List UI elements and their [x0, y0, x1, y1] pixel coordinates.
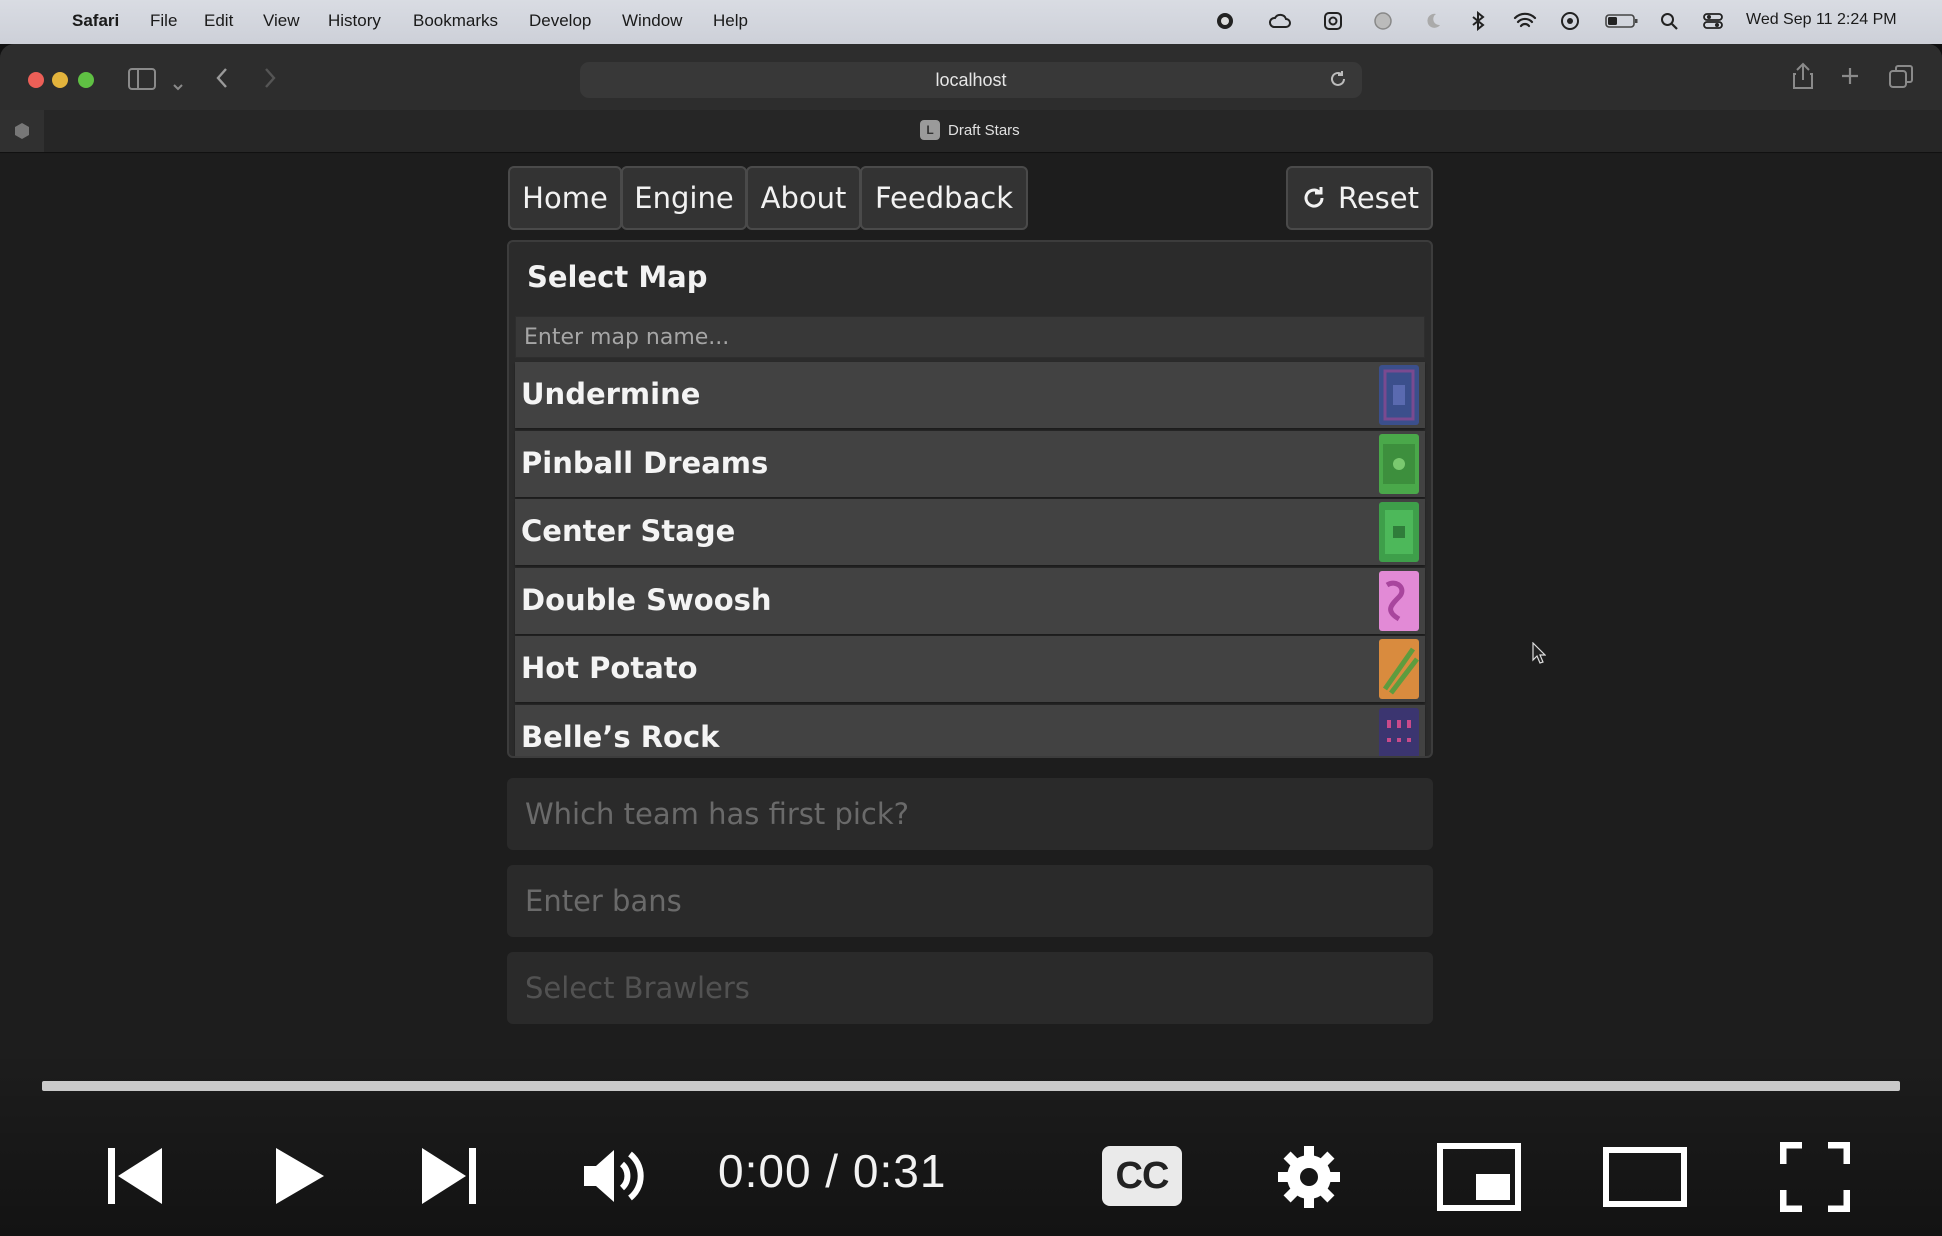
- cloud-icon[interactable]: [1267, 8, 1293, 34]
- reload-icon[interactable]: [1328, 69, 1348, 94]
- macos-menubar: Safari File Edit View History Bookmarks …: [0, 0, 1942, 44]
- miniplayer-icon: [1437, 1143, 1521, 1211]
- menu-view[interactable]: View: [263, 11, 300, 31]
- zoom-window-button[interactable]: [78, 72, 94, 88]
- reset-label: Reset: [1337, 181, 1419, 215]
- menu-bookmarks[interactable]: Bookmarks: [413, 11, 498, 31]
- menubar-clock[interactable]: Wed Sep 11 2:24 PM: [1746, 11, 1897, 29]
- forward-button[interactable]: [262, 66, 278, 94]
- map-name: Double Swoosh: [521, 582, 772, 617]
- spotlight-search-icon[interactable]: [1656, 8, 1682, 34]
- video-controls-overlay: [0, 1050, 1942, 1236]
- play-button[interactable]: [272, 1146, 326, 1206]
- captions-button[interactable]: CC: [1102, 1146, 1182, 1206]
- control-center-icon[interactable]: [1700, 8, 1726, 34]
- chevron-down-icon[interactable]: [172, 72, 184, 96]
- map-name: Hot Potato: [521, 651, 698, 685]
- cube-icon: [15, 123, 29, 139]
- map-item-double-swoosh[interactable]: Double Swoosh: [515, 567, 1425, 634]
- volume-button[interactable]: [580, 1144, 646, 1208]
- tab-favicon: L: [920, 120, 940, 140]
- pinned-tab[interactable]: [0, 110, 44, 152]
- new-tab-icon[interactable]: [1840, 66, 1860, 90]
- map-search-input[interactable]: [515, 316, 1425, 358]
- active-tab[interactable]: L Draft Stars: [920, 120, 1020, 140]
- fullscreen-icon: [1780, 1142, 1850, 1212]
- menu-history[interactable]: History: [328, 11, 381, 31]
- skip-previous-icon: [108, 1148, 162, 1204]
- address-text: localhost: [935, 69, 1007, 90]
- browser-toolbar: localhost: [0, 44, 1942, 110]
- nav-about-button[interactable]: About: [746, 166, 861, 230]
- map-thumbnail: [1379, 639, 1419, 699]
- video-progress-bar[interactable]: [42, 1081, 1900, 1091]
- map-thumbnail: [1379, 502, 1419, 562]
- fullscreen-button[interactable]: [1780, 1142, 1850, 1212]
- select-map-title: Select Map: [527, 260, 708, 294]
- map-item-center-stage[interactable]: Center Stage: [515, 499, 1425, 565]
- tab-title: Draft Stars: [948, 121, 1020, 139]
- menu-help[interactable]: Help: [713, 11, 748, 31]
- globe-icon[interactable]: [1370, 8, 1396, 34]
- map-name: Belle’s Rock: [521, 719, 720, 754]
- map-name: Pinball Dreams: [521, 445, 769, 480]
- close-window-button[interactable]: [28, 72, 44, 88]
- map-item-hot-potato[interactable]: Hot Potato: [515, 636, 1425, 702]
- nav-engine-button[interactable]: Engine: [621, 166, 747, 230]
- refresh-icon: [1304, 187, 1324, 208]
- map-name: Center Stage: [521, 514, 736, 548]
- back-button[interactable]: [214, 66, 230, 94]
- select-map-panel: Select Map Undermine Pinball Dreams Cent…: [507, 240, 1433, 758]
- map-item-pinball-dreams[interactable]: Pinball Dreams: [515, 430, 1425, 497]
- volume-icon: [584, 1150, 644, 1202]
- tab-overview-icon[interactable]: [1888, 64, 1914, 94]
- record-icon[interactable]: [1212, 8, 1238, 34]
- app-tray-icon[interactable]: [1320, 8, 1346, 34]
- theater-mode-button[interactable]: [1602, 1146, 1688, 1208]
- menu-window[interactable]: Window: [622, 11, 682, 31]
- video-time: 0:00 / 0:31: [718, 1145, 947, 1197]
- screen-record-icon[interactable]: [1557, 8, 1583, 34]
- menu-file[interactable]: File: [150, 11, 177, 31]
- skip-next-icon: [422, 1148, 476, 1204]
- first-pick-field[interactable]: Which team has first pick?: [507, 778, 1433, 850]
- menu-app-name[interactable]: Safari: [72, 11, 119, 31]
- settings-button[interactable]: [1276, 1144, 1342, 1210]
- map-thumbnail: [1379, 433, 1419, 494]
- moon-icon[interactable]: [1420, 8, 1446, 34]
- wifi-icon[interactable]: [1512, 8, 1538, 34]
- reset-button[interactable]: Reset: [1286, 166, 1433, 230]
- next-button[interactable]: [420, 1144, 480, 1208]
- mouse-cursor-icon: [1532, 642, 1546, 664]
- nav-feedback-button[interactable]: Feedback: [860, 166, 1028, 230]
- map-item-undermine[interactable]: Undermine: [515, 362, 1425, 428]
- nav-home-button[interactable]: Home: [508, 166, 622, 230]
- map-name: Undermine: [521, 377, 701, 411]
- share-icon[interactable]: [1792, 62, 1814, 94]
- gear-icon: [1278, 1146, 1340, 1208]
- sidebar-toggle-icon[interactable]: [128, 68, 156, 94]
- menu-develop[interactable]: Develop: [529, 11, 591, 31]
- theater-mode-icon: [1603, 1147, 1687, 1207]
- address-bar[interactable]: localhost: [580, 62, 1362, 98]
- tab-bar: L Draft Stars: [0, 110, 1942, 153]
- map-thumbnail: [1379, 365, 1419, 425]
- map-item-belles-rock[interactable]: Belle’s Rock: [515, 704, 1425, 756]
- bans-field[interactable]: Enter bans: [507, 865, 1433, 937]
- play-icon: [276, 1148, 324, 1204]
- map-thumbnail: [1379, 570, 1419, 631]
- previous-button[interactable]: [104, 1144, 164, 1208]
- cc-label: CC: [1115, 1154, 1170, 1197]
- bluetooth-icon[interactable]: [1465, 8, 1491, 34]
- menu-edit[interactable]: Edit: [204, 11, 233, 31]
- miniplayer-button[interactable]: [1436, 1142, 1522, 1212]
- map-thumbnail: [1379, 707, 1419, 756]
- brawlers-field[interactable]: Select Brawlers: [507, 952, 1433, 1024]
- map-list: Undermine Pinball Dreams Center Stage Do…: [515, 362, 1425, 756]
- battery-icon[interactable]: [1604, 8, 1640, 34]
- minimize-window-button[interactable]: [52, 72, 68, 88]
